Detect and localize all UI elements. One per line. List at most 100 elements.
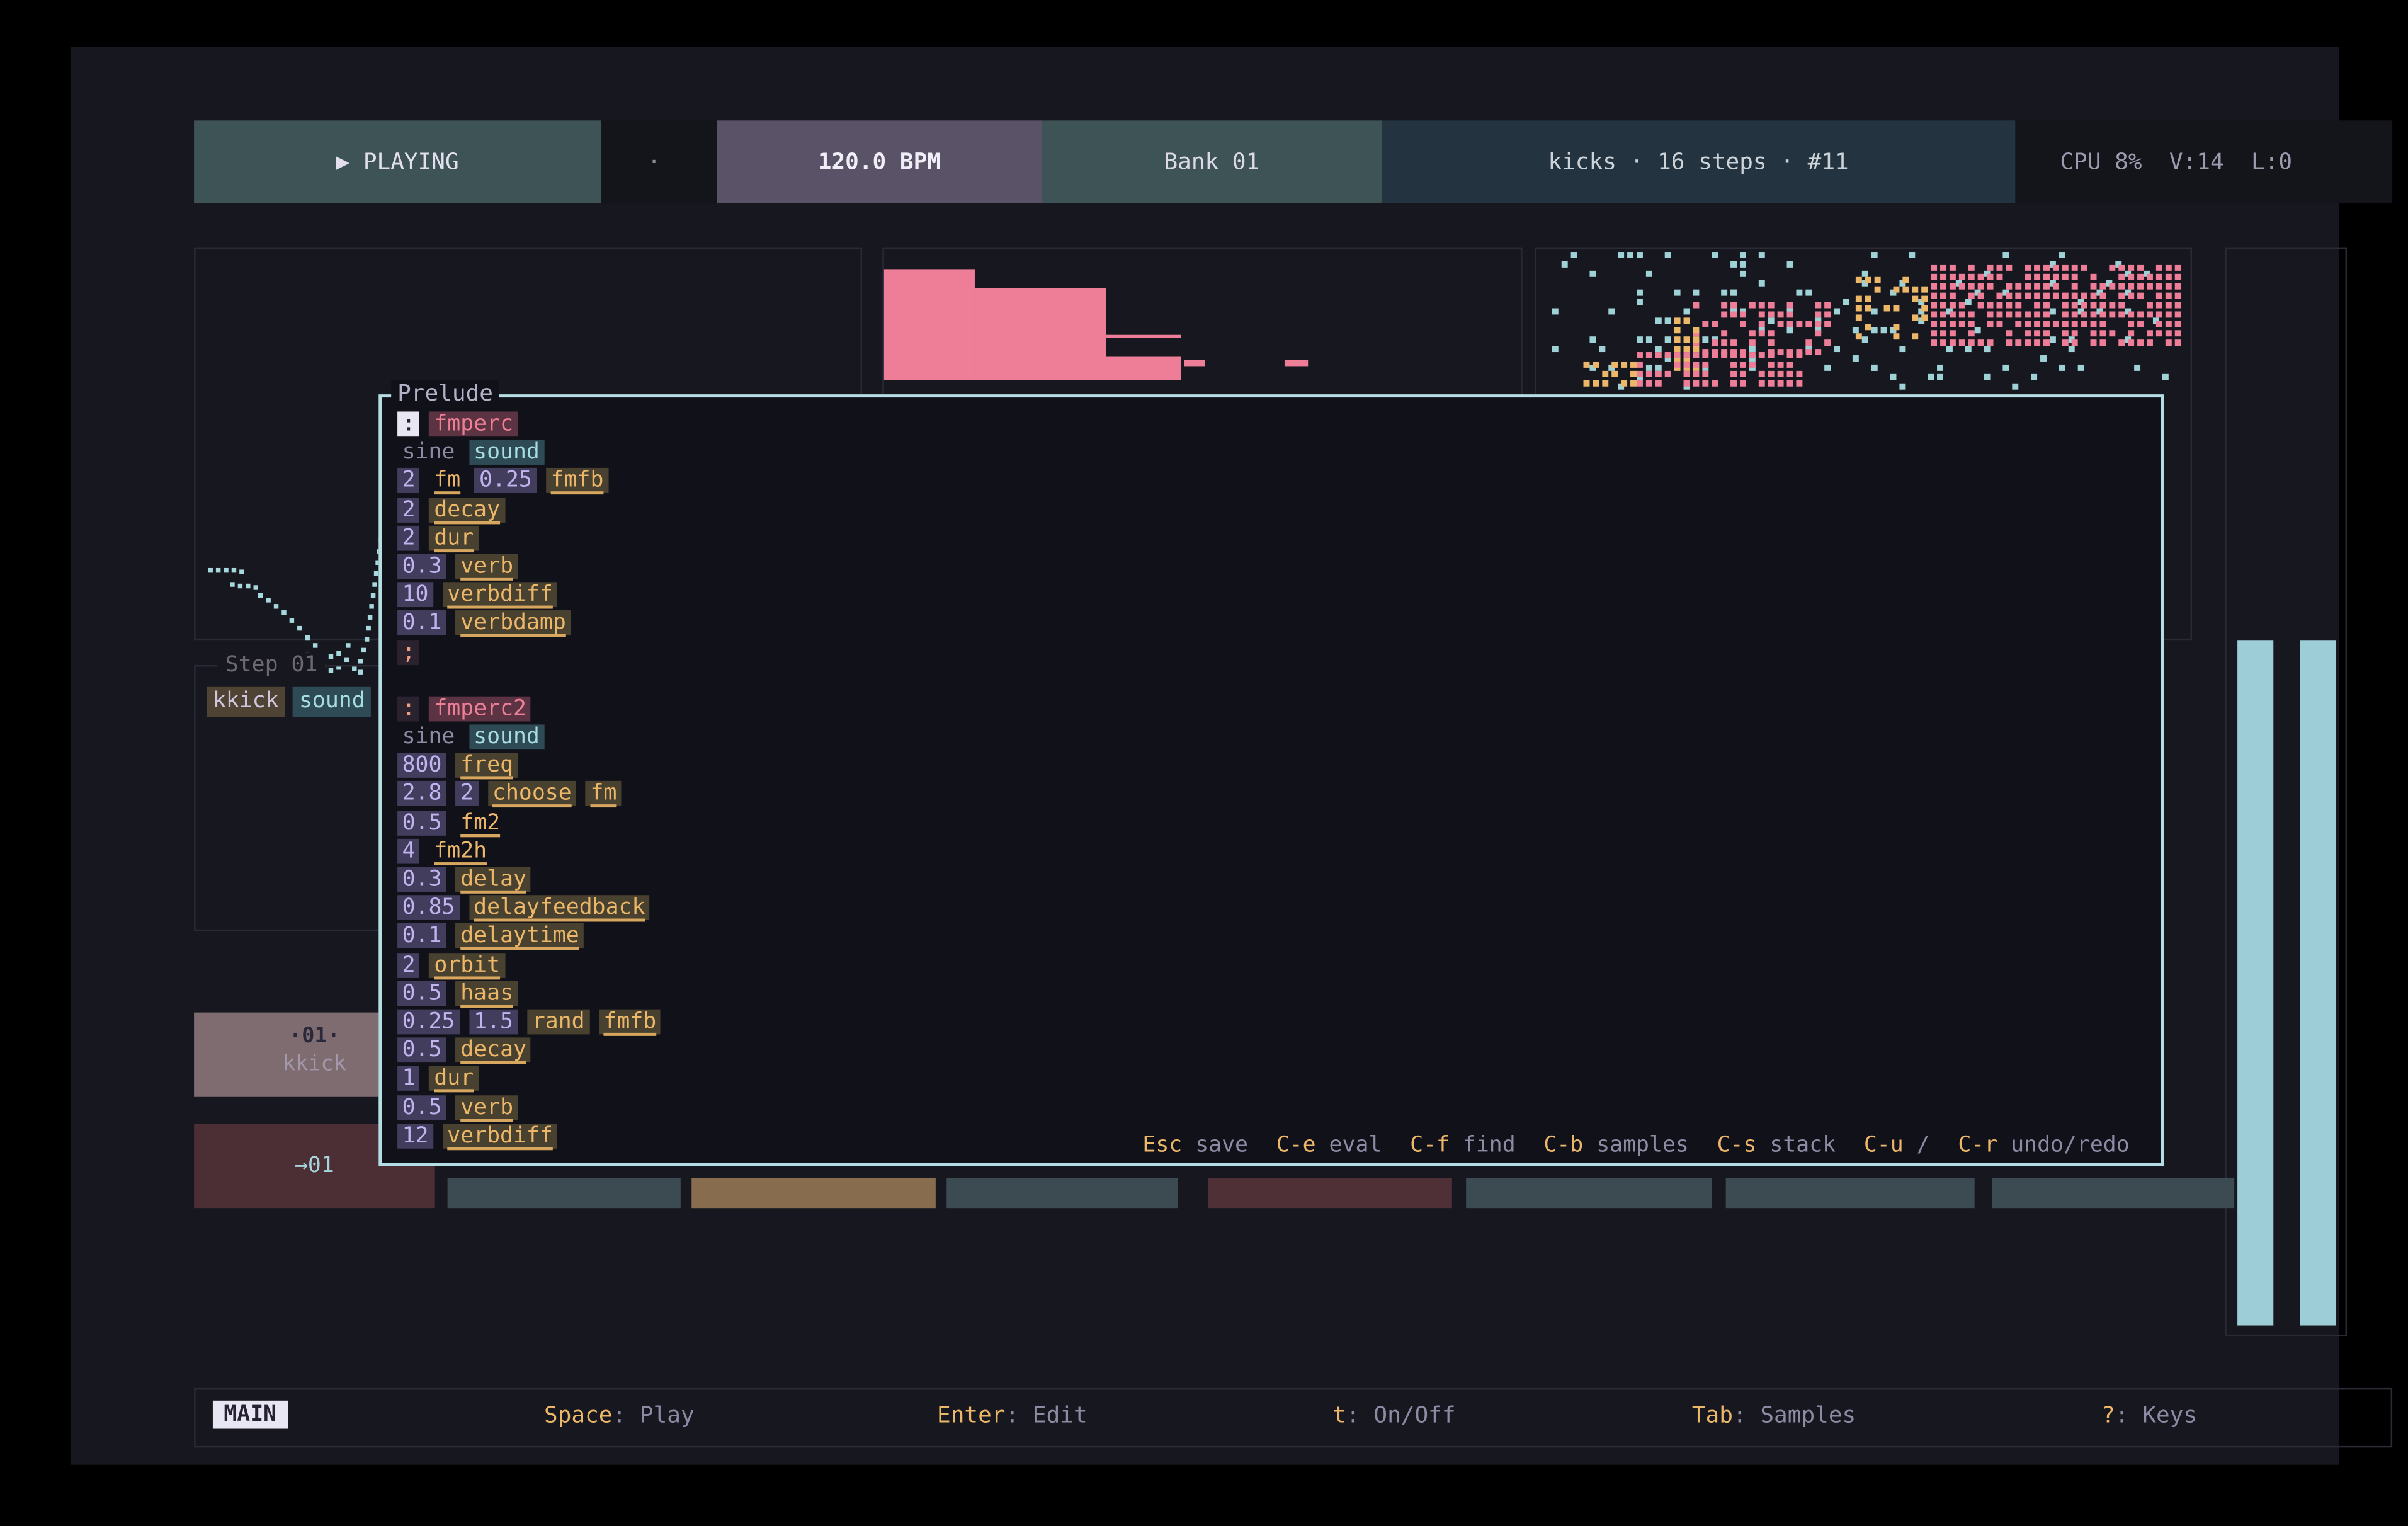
code-token: 800 (397, 753, 446, 778)
code-token: choose (488, 782, 577, 807)
scatter-dot (2166, 330, 2172, 336)
scatter-dot (2034, 283, 2040, 290)
scatter-dot (1805, 339, 1812, 346)
code-token: 0.5 (397, 981, 446, 1006)
code-token: dur (429, 525, 479, 550)
code-line: :fmperc (397, 410, 670, 438)
scatter-dot (1702, 371, 1708, 377)
scatter-dot (1834, 346, 1840, 352)
scatter-dot (1684, 352, 1690, 358)
scatter-dot (2147, 274, 2153, 280)
code-line: 0.5haas (397, 979, 670, 1008)
code-token: 0.5 (397, 810, 446, 835)
scatter-dot (1599, 346, 1605, 352)
scatter-dot (1740, 352, 1746, 358)
scatter-dot (2091, 302, 2097, 309)
scatter-dot (2175, 293, 2181, 299)
code-line: 0.5verb (397, 1093, 670, 1122)
transport-status[interactable]: ▶ PLAYING (194, 120, 601, 203)
bank-display[interactable]: Bank 01 (1042, 120, 1382, 203)
scatter-dot (2109, 265, 2115, 271)
scatter-dot (1759, 252, 1765, 258)
bank-cell[interactable] (1208, 1178, 1452, 1208)
scatter-dot (1856, 333, 1862, 339)
pattern-info[interactable]: kicks · 16 steps · #11 (1382, 120, 2015, 203)
scatter-dot (2043, 302, 2050, 309)
bank-cell[interactable] (691, 1178, 936, 1208)
code-token: 0.25 (397, 1009, 460, 1034)
scatter-dot (1787, 327, 1793, 333)
waveform-dot (246, 584, 250, 588)
scatter-dot (1593, 362, 1599, 368)
code-line: 0.3delay (397, 865, 670, 894)
scatter-dot (1730, 362, 1737, 368)
scatter-dot (1749, 362, 1756, 368)
bank-cell[interactable] (1726, 1178, 1975, 1208)
scatter-dot (1721, 302, 1727, 309)
scatter-dot (1646, 336, 1652, 343)
scatter-dot (1815, 330, 1821, 336)
scatter-dot (2147, 311, 2153, 317)
scatter-dot (1796, 371, 1802, 377)
scatter-dot (1824, 339, 1831, 346)
scatter-dot (2034, 330, 2040, 336)
scatter-dot (1931, 339, 1937, 346)
scatter-dot (2034, 321, 2040, 327)
scatter-dot (1721, 290, 1727, 296)
scatter-dot (1768, 380, 1775, 387)
scatter-dot (1768, 339, 1775, 346)
scatter-dot (1950, 311, 1956, 317)
code-line: 0.5fm2 (397, 809, 670, 837)
scatter-dot (1968, 293, 1975, 299)
scatter-dot (1665, 252, 1671, 258)
code-line: 0.5decay (397, 1036, 670, 1064)
scatter-dot (1693, 290, 1699, 296)
scatter-dot (1759, 352, 1765, 358)
scatter-dot (1655, 352, 1662, 358)
scatter-dot (1684, 317, 1690, 324)
scatter-dot (1912, 296, 1918, 302)
scatter-dot (1843, 299, 1849, 305)
scatter-dot (2062, 330, 2069, 336)
scatter-dot (1665, 317, 1671, 324)
scatter-dot (1996, 321, 2002, 327)
scatter-dot (2015, 283, 2021, 290)
prelude-editor[interactable]: Prelude :fmpercsinesound2fm0.25fmfb2deca… (378, 394, 2164, 1166)
scatter-dot (1865, 324, 1871, 330)
code-token: 2 (456, 782, 479, 807)
scatter-dot (2166, 339, 2172, 346)
scatter-dot (2034, 293, 2040, 299)
code-line: 2decay (397, 496, 670, 524)
scatter-dot (1950, 293, 1956, 299)
key-hint: Tab: Samples (1692, 1404, 1856, 1429)
scatter-dot (1978, 293, 1984, 299)
keybind-hint: C-s stack (1717, 1133, 1836, 1158)
bank-cell[interactable] (448, 1178, 681, 1208)
scatter-dot (1674, 290, 1681, 296)
bank-cell[interactable] (1992, 1178, 2234, 1208)
scatter-dot (1940, 293, 1946, 299)
scatter-dot (1759, 311, 1765, 317)
code-line: ; (397, 638, 670, 666)
scatter-dot (1768, 362, 1775, 368)
scatter-dot (1655, 346, 1662, 352)
scatter-dot (1730, 371, 1737, 377)
code-line: 0.251.5randfmfb (397, 1008, 670, 1036)
bank-cell[interactable] (1466, 1178, 1712, 1208)
bank-cell[interactable] (946, 1178, 1178, 1208)
waveform-dot (369, 604, 373, 608)
bpm-display[interactable]: 120.0 BPM (717, 120, 1042, 203)
scatter-dot (1893, 333, 1899, 339)
scatter-dot (1721, 339, 1727, 346)
waveform-dot (374, 571, 378, 576)
scatter-dot (2072, 274, 2078, 280)
code-token: sound (469, 725, 545, 750)
scatter-dot (2006, 283, 2012, 290)
scatter-dot (1921, 314, 1928, 321)
scatter-dot (2175, 339, 2181, 346)
scatter-dot (1931, 274, 1937, 280)
scatter-dot (1987, 283, 1994, 290)
level-meter-bar (2300, 640, 2336, 1325)
code-line: 10verbdiff (397, 581, 670, 609)
scatter-dot (1856, 314, 1862, 321)
